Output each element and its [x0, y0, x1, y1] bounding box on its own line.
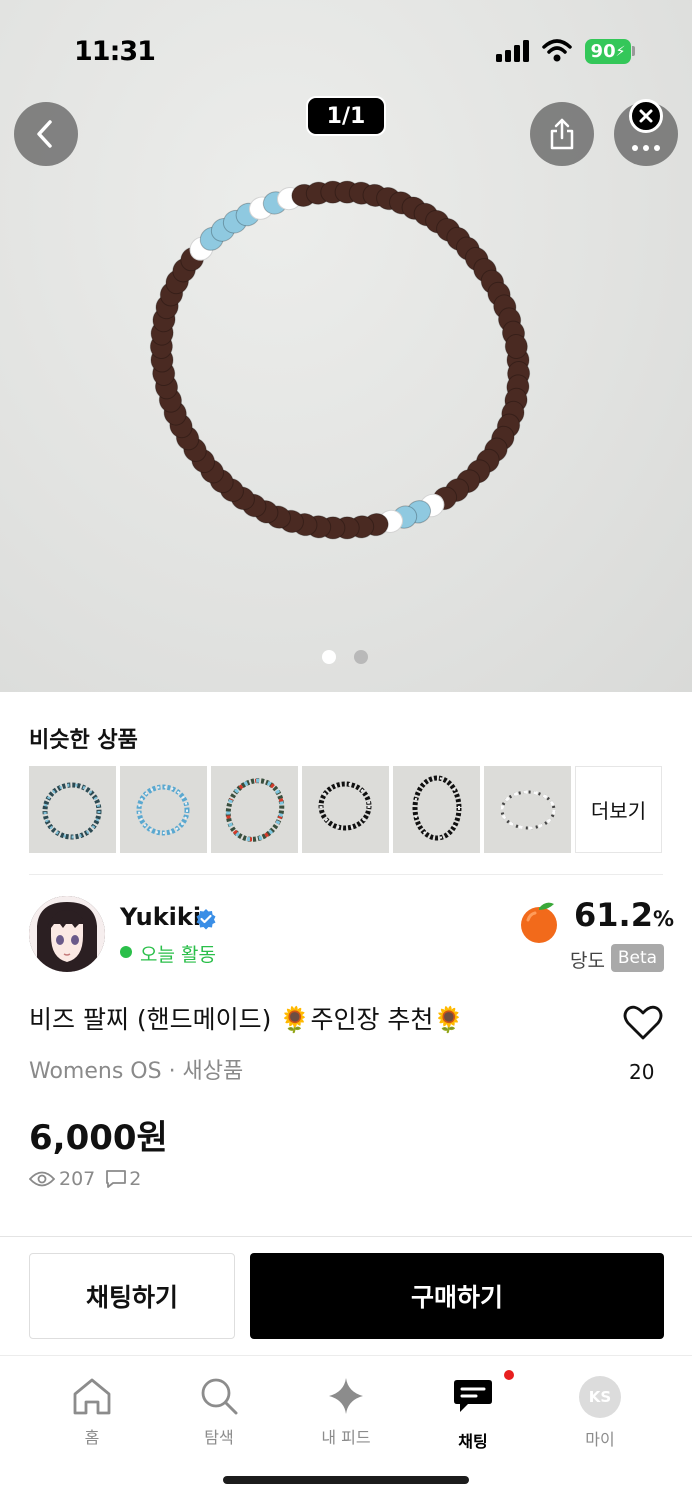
similar-product-thumb[interactable] — [484, 766, 571, 853]
product-stats: 207 2 — [29, 1168, 147, 1190]
view-count: 207 — [59, 1168, 96, 1190]
wifi-icon — [542, 39, 572, 62]
chat-button[interactable]: 채팅하기 — [29, 1253, 235, 1339]
battery-indicator: 90 ⚡ — [585, 39, 631, 64]
gallery-pagination — [322, 650, 368, 664]
online-dot — [120, 946, 132, 958]
battery-tip — [632, 46, 635, 56]
sparkle-icon — [329, 1378, 363, 1414]
bottom-tab-bar: 홈 탐색 내 피드 채팅 KS 마이 — [0, 1358, 692, 1458]
tab-my-feed[interactable]: 내 피드 — [301, 1376, 391, 1448]
share-icon — [550, 118, 574, 150]
seller-avatar[interactable] — [29, 896, 105, 972]
back-button[interactable] — [14, 102, 78, 166]
buy-button[interactable]: 구매하기 — [250, 1253, 664, 1339]
profile-icon: KS — [579, 1376, 621, 1418]
similar-product-thumb[interactable] — [302, 766, 389, 853]
anime-avatar-image — [29, 896, 105, 972]
status-bar: 11:31 90 ⚡ — [0, 0, 692, 100]
signal-icon — [496, 40, 529, 62]
tab-label: 채팅 — [458, 1432, 488, 1451]
chat-bubble-icon — [106, 1170, 127, 1188]
similar-product-thumb[interactable] — [211, 766, 298, 853]
similar-products-title: 비슷한 상품 — [29, 728, 138, 753]
similar-more-button[interactable]: 더보기 — [575, 766, 662, 853]
heart-icon[interactable] — [623, 1005, 663, 1041]
tab-label: 탐색 — [204, 1428, 234, 1447]
pagination-dot-active[interactable] — [322, 650, 336, 664]
similar-product-thumb[interactable] — [29, 766, 116, 853]
divider — [0, 1355, 692, 1356]
search-icon — [201, 1378, 238, 1415]
pagination-dot[interactable] — [354, 650, 368, 664]
score-unit: % — [652, 907, 674, 931]
status-time: 11:31 — [74, 36, 156, 67]
chat-count: 2 — [129, 1168, 142, 1190]
notification-dot — [504, 1370, 514, 1380]
seller-score: 61.2% — [574, 896, 674, 934]
tab-home[interactable]: 홈 — [47, 1376, 137, 1448]
close-icon — [639, 109, 653, 123]
tab-label: 홈 — [84, 1428, 100, 1447]
verified-badge-icon — [196, 909, 216, 930]
chevron-left-icon — [37, 120, 52, 148]
tab-label: 마이 — [585, 1430, 615, 1449]
eye-icon — [29, 1171, 55, 1187]
battery-level: 90 — [590, 41, 616, 62]
more-dots-icon — [632, 145, 660, 151]
beta-badge: Beta — [611, 944, 664, 972]
image-counter: 1/1 — [306, 96, 386, 136]
score-value: 61.2 — [574, 896, 653, 934]
similar-product-thumb[interactable] — [393, 766, 480, 853]
divider — [0, 1236, 692, 1237]
score-label: 당도 — [570, 950, 605, 972]
chat-icon — [454, 1380, 492, 1412]
seller-activity: 오늘 활동 — [140, 944, 216, 966]
home-indicator — [223, 1476, 469, 1484]
tab-chat[interactable]: 채팅 — [428, 1370, 518, 1452]
like-count: 20 — [629, 1060, 655, 1084]
close-button[interactable] — [629, 99, 663, 133]
seller-name[interactable]: Yukiki — [120, 903, 201, 931]
tab-label: 내 피드 — [321, 1428, 371, 1447]
tab-search[interactable]: 탐색 — [174, 1376, 264, 1448]
product-title: 비즈 팔찌 (핸드메이드) 🌻주인장 추천🌻 — [29, 1005, 465, 1034]
tab-my[interactable]: KS 마이 — [555, 1376, 645, 1450]
share-button[interactable] — [530, 102, 594, 166]
similar-products-list: 더보기 — [29, 766, 662, 853]
home-icon — [73, 1378, 111, 1415]
product-category: Womens OS · 새상품 — [29, 1059, 244, 1084]
similar-product-thumb[interactable] — [120, 766, 207, 853]
peach-icon — [521, 902, 557, 943]
product-price: 6,000원 — [29, 1118, 168, 1158]
divider — [29, 874, 663, 875]
